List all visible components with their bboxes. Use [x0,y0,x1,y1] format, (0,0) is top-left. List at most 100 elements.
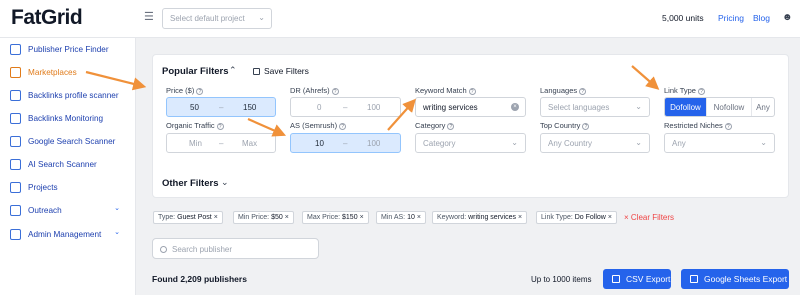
sidebar-item-google-search-scanner[interactable]: Google Search Scanner [10,134,130,148]
search-icon [10,43,21,55]
sidebar-item-backlinks-monitoring[interactable]: Backlinks Monitoring [10,111,130,125]
help-icon: ? [196,88,204,95]
chevron-down-icon: ⌄ [114,205,120,212]
link-type-label: Link Type? [664,86,705,95]
filter-chip-keyword[interactable]: Keyword: writing services × [432,211,528,224]
save-filters-label: Save Filters [264,66,309,76]
export-limit: Up to 1000 items [531,275,592,284]
close-icon: × [284,214,289,221]
category-label: Category? [415,121,455,130]
sidebar-item-label: Google Search Scanner [28,136,116,146]
pricing-link[interactable]: Pricing [718,13,744,23]
filter-chip-max-price[interactable]: Max Price: $150 × [302,211,369,224]
price-max[interactable]: 150 [243,103,256,112]
search-placeholder: Search publisher [172,245,233,254]
folder-icon [10,181,21,193]
sidebar-item-label: Backlinks Monitoring [28,113,104,123]
csv-export-button[interactable]: CSV Export [603,269,671,289]
organic-max[interactable]: Max [242,139,257,148]
user-icon[interactable]: ☻ [782,12,793,23]
link-type-nofollow[interactable]: Nofollow [707,98,752,116]
price-label: Price ($)? [166,86,204,95]
top-country-label: Top Country? [540,121,590,130]
organic-traffic-range[interactable]: Min – Max [166,133,276,153]
dr-min[interactable]: 0 [317,103,321,112]
other-filters-title[interactable]: Other Filters [162,178,219,189]
monitor-icon [10,112,21,124]
sheets-export-label: Google Sheets Export [704,274,788,284]
filter-chip-min-as[interactable]: Min AS: 10 × [376,211,426,224]
languages-select[interactable]: Select languages ⌄ [540,97,650,117]
as-range[interactable]: 10 – 100 [290,133,401,153]
help-icon: ? [724,123,732,130]
category-select[interactable]: Category ⌄ [415,133,526,153]
logo[interactable]: FatGrid [11,6,83,30]
sidebar-item-admin-management[interactable]: Admin Management ⌄ [10,227,130,241]
filter-chip-type[interactable]: Type: Guest Post × [153,211,223,224]
clear-filters-link[interactable]: × Clear Filters [624,213,674,222]
google-sheets-export-button[interactable]: Google Sheets Export [681,269,789,289]
filter-chip-min-price[interactable]: Min Price: $50 × [233,211,294,224]
close-icon: × [359,214,364,221]
popular-filters-title: Popular Filters [162,66,229,77]
chevron-down-icon: ⌄ [635,102,642,111]
menu-toggle-icon[interactable]: ☰ [144,12,154,23]
megaphone-icon [10,204,21,216]
help-icon: ? [468,88,476,95]
restricted-niches-select[interactable]: Any ⌄ [664,133,775,153]
sidebar-item-outreach[interactable]: Outreach ⌄ [10,203,130,217]
chat-icon [10,158,21,170]
price-range[interactable]: 50 – 150 [166,97,276,117]
download-icon [612,275,620,283]
top-bar: FatGrid ☰ Select default project ⌄ 5,000… [0,0,800,38]
top-country-select[interactable]: Any Country ⌄ [540,133,650,153]
sheets-icon [690,275,698,283]
sidebar-item-ai-search-scanner[interactable]: AI Search Scanner [10,157,130,171]
chevron-down-icon: ⌄ [511,138,518,147]
project-select[interactable]: Select default project ⌄ [162,8,272,29]
clear-icon[interactable]: × [511,103,519,111]
blog-link[interactable]: Blog [753,13,770,23]
range-separator: – [219,103,224,112]
sidebar-item-projects[interactable]: Projects [10,180,130,194]
as-max[interactable]: 100 [367,139,380,148]
as-min[interactable]: 10 [315,139,324,148]
link-type-toggle: Dofollow Nofollow Any [664,97,775,117]
close-icon: × [607,214,612,221]
close-icon: × [517,214,523,221]
range-separator: – [343,103,348,112]
save-filters-button[interactable]: Save Filters [253,66,309,76]
sidebar-item-label: Publisher Price Finder [28,44,109,54]
filter-chip-link-type[interactable]: Link Type: Do Follow × [536,211,617,224]
units-balance: 5,000 units [662,13,704,23]
chevron-up-icon[interactable]: ⌃ [229,65,237,76]
marketplace-icon [10,66,21,78]
dr-max[interactable]: 100 [367,103,380,112]
sidebar-item-backlinks-scanner[interactable]: Backlinks profile scanner [10,88,130,102]
help-icon: ? [339,123,347,130]
sidebar-item-label: Projects [28,182,58,192]
help-icon: ? [447,123,455,130]
csv-export-label: CSV Export [626,274,671,284]
top-country-placeholder: Any Country [548,139,593,148]
restricted-niches-placeholder: Any [672,139,686,148]
link-type-any[interactable]: Any [752,98,774,116]
help-icon: ? [697,88,705,95]
search-icon [10,135,21,147]
sidebar-item-publisher-price-finder[interactable]: Publisher Price Finder [10,42,130,56]
close-icon: × [416,214,421,221]
close-icon: × [213,214,218,221]
search-publisher-input[interactable]: Search publisher [152,238,319,259]
keyword-label: Keyword Match? [415,86,476,95]
link-type-dofollow[interactable]: Dofollow [665,98,707,116]
dr-range[interactable]: 0 – 100 [290,97,401,117]
help-icon: ? [579,88,587,95]
price-min[interactable]: 50 [190,103,199,112]
organic-min[interactable]: Min [189,139,202,148]
chevron-down-icon[interactable]: ⌄ [221,177,229,188]
sidebar-item-marketplaces[interactable]: Marketplaces [10,65,130,79]
sidebar-item-label: AI Search Scanner [28,159,97,169]
dr-label: DR (Ahrefs)? [290,86,339,95]
keyword-input[interactable]: writing services × [415,97,526,117]
organic-traffic-label: Organic Traffic? [166,121,224,130]
